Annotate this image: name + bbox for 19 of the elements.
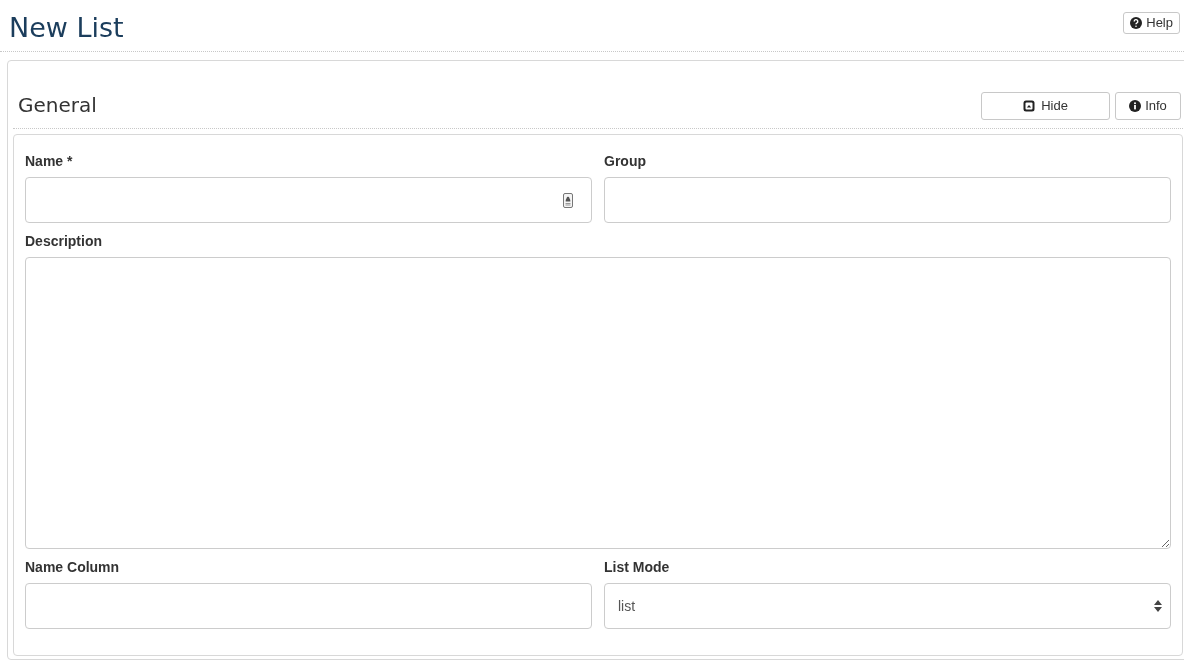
- sort-arrows-icon: [1154, 600, 1162, 612]
- field-label: Name *: [25, 152, 74, 171]
- text-field[interactable]: [604, 177, 1171, 223]
- field-label: Name Column: [25, 558, 121, 577]
- field-label: List Mode: [604, 558, 671, 577]
- select-field[interactable]: list: [604, 583, 1171, 629]
- field-label: Description: [25, 232, 103, 251]
- panel-title: General: [18, 92, 97, 119]
- info-button[interactable]: Info: [1115, 92, 1181, 120]
- info-icon: [1129, 100, 1142, 112]
- help-button[interactable]: Help: [1123, 12, 1180, 34]
- collapse-icon: [1023, 100, 1036, 112]
- text-field[interactable]: [25, 177, 592, 223]
- hide-button[interactable]: Hide: [981, 92, 1110, 120]
- help-icon: [1130, 17, 1143, 29]
- page-title: New List: [9, 12, 124, 44]
- description-field[interactable]: [25, 257, 1171, 549]
- text-field[interactable]: [25, 583, 592, 629]
- field-label: Group: [604, 152, 647, 171]
